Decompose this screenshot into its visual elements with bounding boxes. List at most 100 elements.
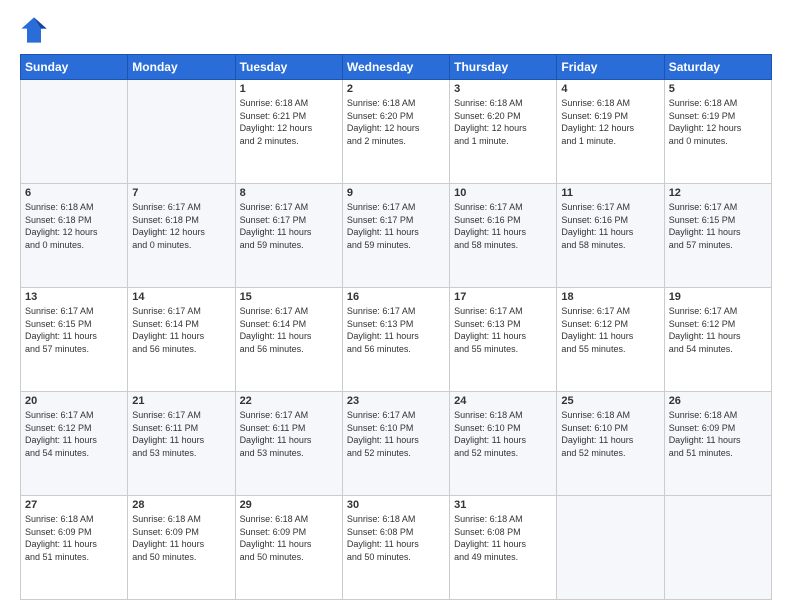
calendar-cell: 13 Sunrise: 6:17 AM Sunset: 6:15 PM Dayli… [21, 288, 128, 392]
calendar-cell: 6 Sunrise: 6:18 AM Sunset: 6:18 PM Daylig… [21, 184, 128, 288]
calendar-cell: 14 Sunrise: 6:17 AM Sunset: 6:14 PM Dayli… [128, 288, 235, 392]
day-number: 3 [454, 83, 552, 95]
calendar-header-monday: Monday [128, 55, 235, 80]
calendar-week-1: 1 Sunrise: 6:18 AM Sunset: 6:21 PM Daylig… [21, 80, 772, 184]
day-number: 8 [240, 187, 338, 199]
day-number: 7 [132, 187, 230, 199]
calendar-cell: 1 Sunrise: 6:18 AM Sunset: 6:21 PM Daylig… [235, 80, 342, 184]
calendar-cell: 15Sunrise: 6:17 AM Sunset: 6:14 PM Dayli… [235, 288, 342, 392]
day-number: 9 [347, 187, 445, 199]
day-number: 6 [25, 187, 123, 199]
day-number: 27 [25, 499, 123, 511]
day-number: 1 [240, 83, 338, 95]
calendar-week-5: 27 Sunrise: 6:18 AM Sunset: 6:09 PM Dayli… [21, 496, 772, 600]
day-info: Sunrise: 6:18 AM Sunset: 6:10 PM Dayligh… [561, 409, 659, 459]
calendar-header-thursday: Thursday [450, 55, 557, 80]
calendar-cell: 5 Sunrise: 6:18 AM Sunset: 6:19 PM Daylig… [664, 80, 771, 184]
day-number: 14 [132, 291, 230, 303]
calendar-header-sunday: Sunday [21, 55, 128, 80]
day-number: 19 [669, 291, 767, 303]
calendar-week-3: 13 Sunrise: 6:17 AM Sunset: 6:15 PM Dayli… [21, 288, 772, 392]
day-number: 2 [347, 83, 445, 95]
calendar-cell: 3 Sunrise: 6:18 AM Sunset: 6:20 PM Daylig… [450, 80, 557, 184]
day-number: 16 [347, 291, 445, 303]
calendar-cell: 19 Sunrise: 6:17 AM Sunset: 6:12 PM Dayli… [664, 288, 771, 392]
day-number: 4 [561, 83, 659, 95]
day-info: Sunrise: 6:17 AM Sunset: 6:12 PM Dayligh… [25, 409, 123, 459]
calendar-cell: 12 Sunrise: 6:17 AM Sunset: 6:15 PM Dayli… [664, 184, 771, 288]
calendar-cell: 27 Sunrise: 6:18 AM Sunset: 6:09 PM Dayli… [21, 496, 128, 600]
day-number: 18 [561, 291, 659, 303]
calendar-cell: 26 Sunrise: 6:18 AM Sunset: 6:09 PM Dayli… [664, 392, 771, 496]
day-info: Sunrise: 6:17 AM Sunset: 6:12 PM Dayligh… [561, 305, 659, 355]
day-info: Sunrise: 6:17 AM Sunset: 6:10 PM Dayligh… [347, 409, 445, 459]
day-number: 25 [561, 395, 659, 407]
day-info: Sunrise: 6:17 AM Sunset: 6:11 PM Dayligh… [132, 409, 230, 459]
calendar-cell: 8 Sunrise: 6:17 AM Sunset: 6:17 PM Daylig… [235, 184, 342, 288]
calendar-cell [557, 496, 664, 600]
calendar-cell: 11Sunrise: 6:17 AM Sunset: 6:16 PM Dayli… [557, 184, 664, 288]
day-info: Sunrise: 6:18 AM Sunset: 6:10 PM Dayligh… [454, 409, 552, 459]
day-info: Sunrise: 6:18 AM Sunset: 6:20 PM Dayligh… [454, 97, 552, 147]
calendar-cell: 18 Sunrise: 6:17 AM Sunset: 6:12 PM Dayli… [557, 288, 664, 392]
day-info: Sunrise: 6:18 AM Sunset: 6:21 PM Dayligh… [240, 97, 338, 147]
day-info: Sunrise: 6:18 AM Sunset: 6:19 PM Dayligh… [561, 97, 659, 147]
day-info: Sunrise: 6:18 AM Sunset: 6:08 PM Dayligh… [454, 513, 552, 563]
day-info: Sunrise: 6:17 AM Sunset: 6:15 PM Dayligh… [25, 305, 123, 355]
day-info: Sunrise: 6:17 AM Sunset: 6:11 PM Dayligh… [240, 409, 338, 459]
day-number: 29 [240, 499, 338, 511]
day-info: Sunrise: 6:17 AM Sunset: 6:15 PM Dayligh… [669, 201, 767, 251]
day-info: Sunrise: 6:17 AM Sunset: 6:14 PM Dayligh… [132, 305, 230, 355]
day-info: Sunrise: 6:17 AM Sunset: 6:16 PM Dayligh… [561, 201, 659, 251]
calendar-cell [128, 80, 235, 184]
calendar-cell: 22 Sunrise: 6:17 AM Sunset: 6:11 PM Dayli… [235, 392, 342, 496]
calendar-cell: 20 Sunrise: 6:17 AM Sunset: 6:12 PM Dayli… [21, 392, 128, 496]
day-number: 28 [132, 499, 230, 511]
day-number: 30 [347, 499, 445, 511]
calendar-cell: 23Sunrise: 6:17 AM Sunset: 6:10 PM Dayli… [342, 392, 449, 496]
day-number: 12 [669, 187, 767, 199]
day-info: Sunrise: 6:18 AM Sunset: 6:19 PM Dayligh… [669, 97, 767, 147]
calendar-cell: 9 Sunrise: 6:17 AM Sunset: 6:17 PM Daylig… [342, 184, 449, 288]
day-number: 26 [669, 395, 767, 407]
day-number: 31 [454, 499, 552, 511]
day-number: 5 [669, 83, 767, 95]
day-info: Sunrise: 6:18 AM Sunset: 6:09 PM Dayligh… [240, 513, 338, 563]
day-info: Sunrise: 6:18 AM Sunset: 6:08 PM Dayligh… [347, 513, 445, 563]
calendar-cell: 2 Sunrise: 6:18 AM Sunset: 6:20 PM Daylig… [342, 80, 449, 184]
calendar-cell: 29 Sunrise: 6:18 AM Sunset: 6:09 PM Dayli… [235, 496, 342, 600]
calendar-header-friday: Friday [557, 55, 664, 80]
day-info: Sunrise: 6:17 AM Sunset: 6:18 PM Dayligh… [132, 201, 230, 251]
calendar-cell [21, 80, 128, 184]
calendar-header-saturday: Saturday [664, 55, 771, 80]
calendar-cell: 10 Sunrise: 6:17 AM Sunset: 6:16 PM Dayli… [450, 184, 557, 288]
calendar-cell: 31 Sunrise: 6:18 AM Sunset: 6:08 PM Dayli… [450, 496, 557, 600]
day-number: 22 [240, 395, 338, 407]
day-info: Sunrise: 6:17 AM Sunset: 6:17 PM Dayligh… [347, 201, 445, 251]
day-info: Sunrise: 6:17 AM Sunset: 6:12 PM Dayligh… [669, 305, 767, 355]
day-info: Sunrise: 6:18 AM Sunset: 6:09 PM Dayligh… [132, 513, 230, 563]
header [20, 16, 772, 44]
day-info: Sunrise: 6:18 AM Sunset: 6:09 PM Dayligh… [669, 409, 767, 459]
day-info: Sunrise: 6:17 AM Sunset: 6:13 PM Dayligh… [347, 305, 445, 355]
day-number: 13 [25, 291, 123, 303]
day-info: Sunrise: 6:18 AM Sunset: 6:09 PM Dayligh… [25, 513, 123, 563]
calendar-cell: 28 Sunrise: 6:18 AM Sunset: 6:09 PM Dayli… [128, 496, 235, 600]
calendar-table: SundayMondayTuesdayWednesdayThursdayFrid… [20, 54, 772, 600]
day-info: Sunrise: 6:17 AM Sunset: 6:16 PM Dayligh… [454, 201, 552, 251]
day-info: Sunrise: 6:17 AM Sunset: 6:13 PM Dayligh… [454, 305, 552, 355]
day-info: Sunrise: 6:17 AM Sunset: 6:17 PM Dayligh… [240, 201, 338, 251]
calendar-cell: 30 Sunrise: 6:18 AM Sunset: 6:08 PM Dayli… [342, 496, 449, 600]
calendar-header-wednesday: Wednesday [342, 55, 449, 80]
calendar-cell: 16 Sunrise: 6:17 AM Sunset: 6:13 PM Dayli… [342, 288, 449, 392]
day-number: 10 [454, 187, 552, 199]
calendar-cell: 7 Sunrise: 6:17 AM Sunset: 6:18 PM Daylig… [128, 184, 235, 288]
calendar-cell: 25 Sunrise: 6:18 AM Sunset: 6:10 PM Dayli… [557, 392, 664, 496]
calendar-cell [664, 496, 771, 600]
day-info: Sunrise: 6:18 AM Sunset: 6:20 PM Dayligh… [347, 97, 445, 147]
logo-icon [20, 16, 48, 44]
day-number: 20 [25, 395, 123, 407]
calendar-cell: 4 Sunrise: 6:18 AM Sunset: 6:19 PM Daylig… [557, 80, 664, 184]
day-info: Sunrise: 6:18 AM Sunset: 6:18 PM Dayligh… [25, 201, 123, 251]
day-number: 15 [240, 291, 338, 303]
